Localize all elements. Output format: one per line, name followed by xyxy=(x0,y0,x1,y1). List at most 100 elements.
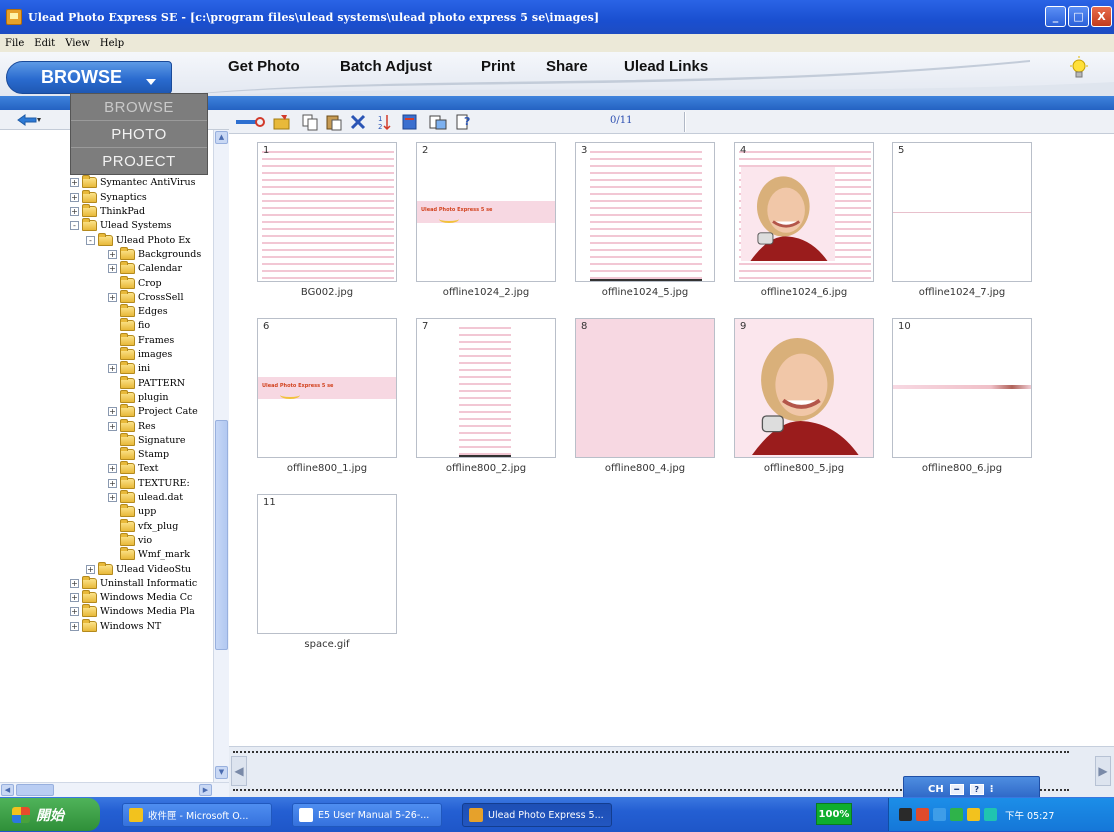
tree-item[interactable]: vio xyxy=(108,532,152,547)
tree-vertical-scrollbar[interactable]: ▲ ▼ xyxy=(213,130,229,782)
paste-icon[interactable] xyxy=(325,113,343,131)
tree-item[interactable]: PATTERN xyxy=(108,375,185,390)
back-arrow-icon[interactable] xyxy=(16,113,42,127)
thumbnail-image[interactable]: 4 xyxy=(734,142,874,282)
chevron-down-icon[interactable] xyxy=(146,79,156,85)
view-mode-icon[interactable] xyxy=(429,113,447,131)
battery-icon[interactable] xyxy=(950,808,963,821)
expand-icon[interactable]: + xyxy=(108,364,117,374)
tree-item[interactable]: fio xyxy=(108,318,150,333)
mode-item-project[interactable]: PROJECT xyxy=(71,148,207,175)
thumbnail-image[interactable]: 10 xyxy=(892,318,1032,458)
tree-item[interactable]: + Text xyxy=(108,461,158,476)
thumbnail-item[interactable]: 9 offline800_5.jpg xyxy=(734,318,874,474)
expand-icon[interactable]: + xyxy=(86,564,95,574)
expand-icon[interactable]: + xyxy=(70,607,79,617)
expand-icon[interactable]: + xyxy=(70,207,79,216)
antivirus-icon[interactable] xyxy=(916,808,929,821)
nav-share[interactable]: Share xyxy=(546,58,588,75)
expand-icon[interactable]: + xyxy=(70,192,79,202)
menu-help[interactable]: Help xyxy=(95,38,129,49)
thumbnail-image[interactable]: 2 Ulead Photo Express 5 se xyxy=(416,142,556,282)
thumbnail-item[interactable]: 8 offline800_4.jpg xyxy=(575,318,715,474)
maximize-button[interactable]: □ xyxy=(1068,6,1089,27)
scroll-down-arrow-icon[interactable]: ▼ xyxy=(215,766,228,779)
tree-item[interactable]: + ulead.dat xyxy=(108,490,183,505)
collapse-icon[interactable]: - xyxy=(86,235,95,245)
tree-item[interactable]: + Ulead VideoStu xyxy=(86,561,191,576)
nav-batch-adjust[interactable]: Batch Adjust xyxy=(340,58,432,75)
tree-item[interactable]: + Windows Media Pla xyxy=(70,604,195,619)
tree-item[interactable]: + Backgrounds xyxy=(108,246,201,261)
properties-icon[interactable] xyxy=(401,113,419,131)
scroll-right-arrow-icon[interactable]: ▶ xyxy=(199,784,212,796)
scroll-left-arrow-icon[interactable]: ◀ xyxy=(1,784,14,796)
thumbnail-item[interactable]: 3 offline1024_5.jpg xyxy=(575,142,715,298)
tree-item[interactable]: images xyxy=(108,347,172,362)
menu-file[interactable]: File xyxy=(0,38,29,49)
tree-item[interactable]: Stamp xyxy=(108,447,169,462)
thumbnail-item[interactable]: 1 BG002.jpg xyxy=(257,142,397,298)
expand-icon[interactable]: + xyxy=(108,478,117,488)
title-bar[interactable]: Ulead Photo Express SE - [c:\program fil… xyxy=(0,0,1114,34)
tree-item[interactable]: + Synaptics xyxy=(70,189,147,204)
thumbnail-image[interactable]: 6 Ulead Photo Express 5 se xyxy=(257,318,397,458)
expand-icon[interactable]: + xyxy=(108,464,117,474)
browse-mode-button[interactable]: BROWSE xyxy=(6,61,172,94)
tree-item[interactable]: + Windows NT xyxy=(70,618,161,633)
thumbnail-item[interactable]: 4 offline1024_6.jpg xyxy=(734,142,874,298)
tree-horizontal-scrollbar[interactable]: ◀ ▶ xyxy=(0,782,229,797)
network-icon[interactable] xyxy=(899,808,912,821)
help-icon[interactable]: ? xyxy=(455,113,473,131)
copy-icon[interactable] xyxy=(301,113,319,131)
thumbnail-image[interactable]: 5 xyxy=(892,142,1032,282)
thumbnail-item[interactable]: 11 space.gif xyxy=(257,494,397,650)
mode-item-photo[interactable]: PHOTO xyxy=(71,121,207,148)
tree-item[interactable]: + Calendar xyxy=(108,261,182,276)
tree-item[interactable]: Crop xyxy=(108,275,162,290)
tree-item[interactable]: vfx_plug xyxy=(108,518,178,533)
expand-icon[interactable]: + xyxy=(70,578,79,588)
tree-item[interactable]: + Symantec AntiVirus xyxy=(70,175,196,190)
expand-icon[interactable]: + xyxy=(108,493,117,502)
tree-item[interactable]: plugin xyxy=(108,389,168,404)
tray-right-arrow-icon[interactable]: ▶ xyxy=(1095,756,1111,786)
expand-icon[interactable]: + xyxy=(108,264,117,274)
scroll-up-arrow-icon[interactable]: ▲ xyxy=(215,131,228,144)
expand-icon[interactable]: + xyxy=(70,178,79,188)
expand-icon[interactable]: + xyxy=(108,407,117,417)
menu-edit[interactable]: Edit xyxy=(29,38,60,49)
tree-item[interactable]: + ini xyxy=(108,361,150,376)
minimize-button[interactable]: _ xyxy=(1045,6,1066,27)
tree-item[interactable]: + ThinkPad xyxy=(70,204,145,219)
tree-item[interactable]: - Ulead Photo Ex xyxy=(86,232,191,247)
nav-print[interactable]: Print xyxy=(481,58,515,75)
tree-item[interactable]: + Windows Media Cc xyxy=(70,590,192,605)
tree-scroll-thumb[interactable] xyxy=(215,420,228,650)
volume-icon[interactable] xyxy=(967,808,980,821)
tray-left-arrow-icon[interactable]: ◀ xyxy=(231,756,247,786)
ime-help-icon[interactable]: ? xyxy=(969,783,984,795)
sort-icon[interactable]: 12 xyxy=(377,113,395,131)
ime-mode-icon[interactable]: ━ xyxy=(949,783,964,795)
display-icon[interactable] xyxy=(933,808,946,821)
thumbnail-item[interactable]: 7 offline800_2.jpg xyxy=(416,318,556,474)
nav-get-photo[interactable]: Get Photo xyxy=(228,58,300,75)
nav-ulead-links[interactable]: Ulead Links xyxy=(624,58,708,75)
thumbnail-item[interactable]: 10 offline800_6.jpg xyxy=(892,318,1032,474)
tree-item[interactable]: Signature xyxy=(108,432,186,447)
expand-icon[interactable]: + xyxy=(108,421,117,431)
thumbnail-image[interactable]: 9 xyxy=(734,318,874,458)
tree-item[interactable]: - Ulead Systems xyxy=(70,218,172,233)
collapse-icon[interactable]: - xyxy=(70,221,79,231)
zoom-indicator[interactable]: 100% xyxy=(816,803,852,825)
tree-item[interactable]: + TEXTURE: xyxy=(108,475,190,490)
ime-menu-icon[interactable]: ⁝ xyxy=(990,784,994,795)
expand-icon[interactable]: + xyxy=(70,621,79,631)
thumbnail-item[interactable]: 6 Ulead Photo Express 5 se offline800_1.jp… xyxy=(257,318,397,474)
taskbar-item-photo-express[interactable]: Ulead Photo Express 5... xyxy=(462,803,612,827)
menu-view[interactable]: View xyxy=(60,38,95,49)
tree-item[interactable]: + CrossSell xyxy=(108,289,184,304)
tree-item[interactable]: upp xyxy=(108,504,156,519)
thumbnail-image[interactable]: 3 xyxy=(575,142,715,282)
